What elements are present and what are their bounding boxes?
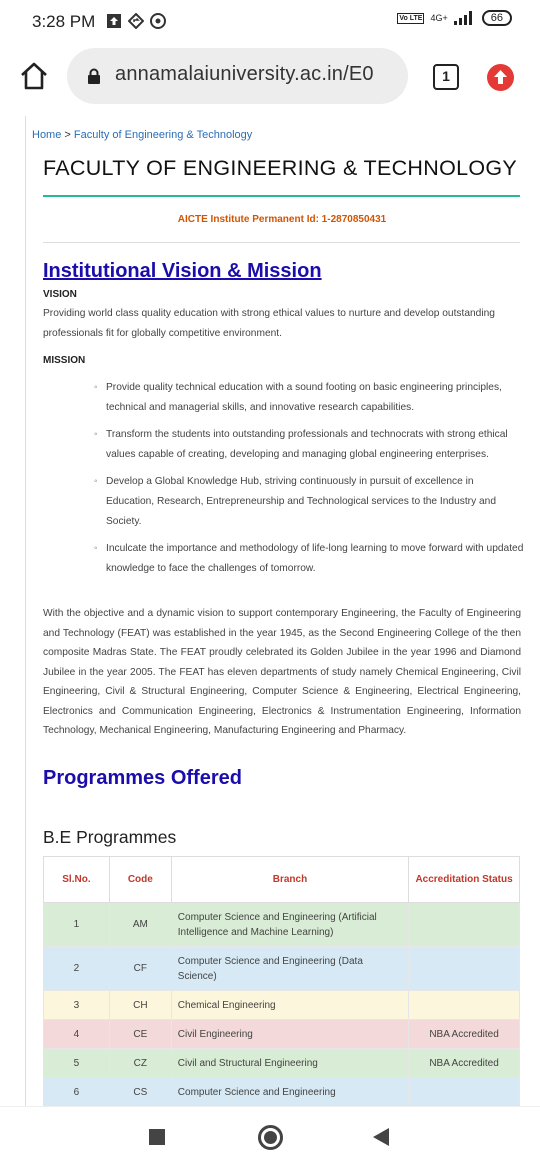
update-icon[interactable] [487,64,514,91]
battery-icon: 66 [481,10,512,26]
cell-slno: 2 [43,946,110,991]
circle-icon[interactable] [258,1125,283,1150]
cell-code: CS [108,1077,172,1106]
cell-branch: Civil Engineering [170,1019,410,1049]
table-header-row: Sl.No. Code Branch Accreditation Status [43,856,520,903]
upload-icon [107,14,121,28]
square-icon[interactable] [149,1129,165,1145]
status-time: 3:28 PM [32,12,96,31]
tab-switcher-button[interactable]: 1 [433,64,459,90]
breadcrumb-separator: > [64,129,71,141]
vision-label: VISION [43,289,77,300]
mission-list: Provide quality technical education with… [94,378,524,586]
list-item: Inculcate the importance and methodology… [94,539,524,579]
cell-accreditation [408,1077,520,1106]
vision-mission-heading[interactable]: Institutional Vision & Mission [43,260,322,283]
lock-icon [88,68,100,84]
url-text: annamalaiuniversity.ac.in/E0 [115,63,374,85]
cell-slno: 6 [43,1077,110,1106]
cell-accreditation [408,902,520,947]
cell-branch: Computer Science and Engineering [170,1077,410,1106]
table-row: 4 CE Civil Engineering NBA Accredited [43,1019,520,1049]
cell-code: CF [108,946,172,991]
arrow-up-icon [494,70,507,84]
cell-accreditation: NBA Accredited [408,1048,520,1078]
header-slno: Sl.No. [43,856,110,903]
page-title: FACULTY OF ENGINEERING & TECHNOLOGY [43,156,518,180]
browser-toolbar: annamalaiuniversity.ac.in/E0 1 [0,46,540,110]
table-row: 5 CZ Civil and Structural Engineering NBA A… [43,1048,520,1078]
cell-branch: Computer Science and Engineering (Data S… [170,946,410,991]
chrome-icon [150,13,166,29]
signal-icon [453,11,472,25]
aicte-id: AICTE Institute Permanent Id: 1-28708504… [177,214,387,225]
cell-branch: Civil and Structural Engineering [170,1048,410,1078]
header-code: Code [108,856,172,903]
cell-slno: 3 [43,990,110,1020]
table-body: 1 AM Computer Science and Engineering (Art… [43,902,520,1106]
table-row: 6 CS Computer Science and Engineering [43,1077,520,1106]
cell-branch: Computer Science and Engineering (Artifi… [170,902,410,947]
system-indicators: Vo LTE 4G+ 66 [397,10,512,26]
table-row: 2 CF Computer Science and Engineering (Dat… [43,946,520,991]
triangle-back-icon[interactable] [373,1128,389,1146]
faculty-intro: With the objective and a dynamic vision … [43,608,521,736]
list-item: Develop a Global Knowledge Hub, striving… [94,472,524,532]
breadcrumb-current-link[interactable]: Faculty of Engineering & Technology [74,129,252,141]
cell-slno: 4 [43,1019,110,1049]
breadcrumb: Home > Faculty of Engineering & Technolo… [32,129,252,141]
status-bar: 3:28 PM Vo LTE 4G+ 66 [0,0,540,46]
breadcrumb-home-link[interactable]: Home [32,129,61,141]
programmes-heading: Programmes Offered [43,767,242,789]
section-divider [43,242,520,243]
cell-code: AM [108,902,172,947]
address-bar[interactable]: annamalaiuniversity.ac.in/E0 [67,48,408,104]
cell-code: CH [108,990,172,1020]
cell-slno: 5 [43,1048,110,1078]
list-item: Provide quality technical education with… [94,378,524,418]
cell-code: CE [108,1019,172,1049]
cell-slno: 1 [43,902,110,947]
mission-label: MISSION [43,355,86,366]
cell-accreditation: NBA Accredited [408,1019,520,1049]
title-divider [43,195,520,197]
home-icon[interactable] [18,60,50,92]
cell-code: CZ [108,1048,172,1078]
header-accreditation: Accreditation Status [408,856,520,903]
vision-text: Providing world class quality education … [43,308,495,339]
volte-icon: Vo LTE [397,12,425,24]
be-programmes-heading: B.E Programmes [43,827,177,847]
cell-branch: Chemical Engineering [170,990,410,1020]
table-row: 1 AM Computer Science and Engineering (Art… [43,902,520,947]
network-type: 4G+ [430,13,448,23]
notification-icons [106,13,166,29]
header-branch: Branch [170,856,410,903]
programmes-table: Sl.No. Code Branch Accreditation Status … [43,856,520,1106]
list-item: Transform the students into outstanding … [94,425,524,465]
web-page: Home > Faculty of Engineering & Technolo… [25,116,540,1106]
cell-accreditation [408,946,520,991]
table-row: 3 CH Chemical Engineering [43,990,520,1020]
cell-accreditation [408,990,520,1020]
navigation-bar [0,1106,540,1170]
navigation-icon [128,13,144,29]
